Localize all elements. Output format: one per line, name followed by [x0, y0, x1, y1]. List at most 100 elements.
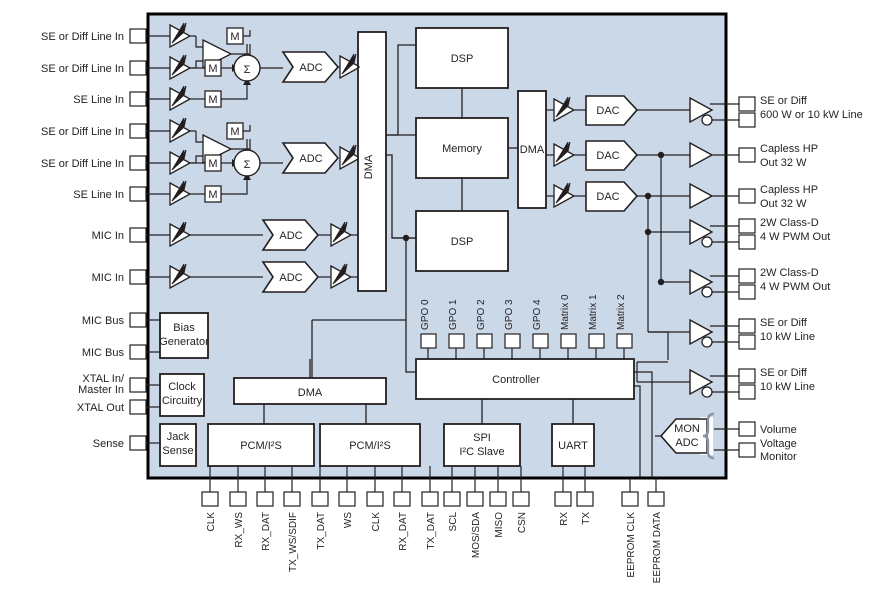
sum-symbol: Σ — [244, 159, 251, 171]
bottom-pin-label: EEPROM CLK — [626, 512, 637, 578]
pin-box[interactable] — [738, 268, 756, 284]
bottom-pin-box[interactable] — [512, 491, 530, 507]
bottom-pin-box[interactable] — [366, 491, 384, 507]
inverting-bubble-icon — [701, 336, 713, 348]
bottom-pin-box[interactable] — [554, 491, 572, 507]
bottom-pin-label: TX_WS/SDIF — [288, 512, 299, 572]
bottom-pin-box[interactable] — [576, 491, 594, 507]
pin-box[interactable] — [738, 442, 756, 458]
dma-peripheral-label: DMA — [298, 387, 323, 399]
pin-box[interactable] — [738, 284, 756, 300]
gpo-pin-box[interactable] — [420, 333, 437, 349]
bottom-pin-box[interactable] — [621, 491, 639, 507]
bottom-pin-box[interactable] — [393, 491, 411, 507]
bottom-pin-box[interactable] — [256, 491, 274, 507]
pin-box[interactable] — [129, 399, 147, 415]
matrix-pin-box[interactable] — [588, 333, 605, 349]
output-label: Out 32 W — [760, 157, 807, 169]
mixer-label: M — [208, 158, 217, 170]
pin-box[interactable] — [129, 344, 147, 360]
adc-label: ADC — [279, 272, 302, 284]
dma-output-label: DMA — [520, 144, 545, 156]
bottom-pin-label: MISO — [494, 512, 505, 538]
memory-label: Memory — [442, 143, 482, 155]
pin-box[interactable] — [129, 435, 147, 451]
bottom-pin-box[interactable] — [489, 491, 507, 507]
sum-symbol: Σ — [244, 64, 251, 76]
pin-box[interactable] — [129, 60, 147, 76]
pin-box[interactable] — [738, 334, 756, 350]
pin-box[interactable] — [129, 377, 147, 393]
output-label: 600 W or 10 kW Line — [760, 109, 863, 121]
inverting-bubble-icon — [701, 236, 713, 248]
pin-box[interactable] — [129, 155, 147, 171]
spi-label: SPI — [473, 432, 491, 444]
gpo-pin-label: GPO 3 — [504, 299, 515, 330]
clock-circuitry-label: Circuitry — [162, 395, 203, 407]
bottom-pin-label: CSN — [517, 512, 528, 533]
output-label: SE or Diff — [760, 317, 808, 329]
bottom-pin-box[interactable] — [283, 491, 301, 507]
gpo-pin-box[interactable] — [448, 333, 465, 349]
pin-box[interactable] — [738, 96, 756, 112]
pin-box[interactable] — [129, 28, 147, 44]
pin-box[interactable] — [129, 269, 147, 285]
output-label: 2W Class-D — [760, 217, 819, 229]
pin-box[interactable] — [129, 227, 147, 243]
mixer-label: M — [230, 31, 239, 43]
bottom-pin-box[interactable] — [421, 491, 439, 507]
pin-box[interactable] — [738, 112, 756, 128]
bottom-pin-box[interactable] — [338, 491, 356, 507]
pin-box[interactable] — [738, 147, 756, 163]
mixer-label: M — [208, 189, 217, 201]
pin-box[interactable] — [738, 218, 756, 234]
pin-box[interactable] — [738, 318, 756, 334]
input-label: MIC Bus — [82, 315, 125, 327]
input-label: SE Line In — [73, 189, 124, 201]
adc-label: ADC — [299, 62, 322, 74]
dsp-bottom-label: DSP — [451, 236, 474, 248]
bottom-pin-label: RX_WS — [234, 512, 245, 548]
bottom-pin-box[interactable] — [443, 491, 461, 507]
gpo-pin-box[interactable] — [532, 333, 549, 349]
matrix-pin-label: Matrix 2 — [616, 294, 627, 330]
mon-adc-label: ADC — [675, 437, 698, 449]
bottom-pin-box[interactable] — [311, 491, 329, 507]
input-label: XTAL Out — [77, 402, 124, 414]
output-label: Capless HP — [760, 184, 818, 196]
matrix-pin-box[interactable] — [560, 333, 577, 349]
gpo-pin-box[interactable] — [504, 333, 521, 349]
bottom-pins: CLK RX_WS RX_DAT TX_WS/SDIF TX_DAT WS CL… — [201, 466, 665, 583]
output-label: SE or Diff — [760, 367, 808, 379]
inverting-bubble-icon — [701, 386, 713, 398]
pin-box[interactable] — [129, 186, 147, 202]
gpo-pin-label: GPO 2 — [476, 299, 487, 330]
gpo-pin-box[interactable] — [476, 333, 493, 349]
jack-sense-label: Sense — [162, 445, 193, 457]
bottom-pin-box[interactable] — [201, 491, 219, 507]
bottom-pin-box[interactable] — [647, 491, 665, 507]
pin-box[interactable] — [129, 123, 147, 139]
monitor-output-label: Voltage — [760, 438, 797, 450]
pin-box[interactable] — [129, 312, 147, 328]
dac-label: DAC — [596, 191, 619, 203]
pin-box[interactable] — [738, 368, 756, 384]
pin-box[interactable] — [738, 384, 756, 400]
pin-box[interactable] — [738, 234, 756, 250]
mixer-label: M — [208, 94, 217, 106]
pin-box[interactable] — [129, 91, 147, 107]
output-label: 4 W PWM Out — [760, 231, 830, 243]
matrix-pin-box[interactable] — [616, 333, 633, 349]
bottom-pin-box[interactable] — [466, 491, 484, 507]
inverting-bubble-icon — [701, 114, 713, 126]
bottom-pin-box[interactable] — [229, 491, 247, 507]
soc-block-diagram: SE or Diff Line In SE or Diff Line In SE… — [41, 12, 863, 583]
pin-box[interactable] — [738, 421, 756, 437]
pin-box[interactable] — [738, 188, 756, 204]
bottom-pin-label: CLK — [371, 512, 382, 532]
output-label: 2W Class-D — [760, 267, 819, 279]
pcm-i2s-label: PCM/I²S — [240, 440, 282, 452]
bottom-pin-label: RX_DAT — [398, 512, 409, 551]
monitor-output-label: Monitor — [760, 451, 797, 463]
inverting-bubble-icon — [701, 286, 713, 298]
